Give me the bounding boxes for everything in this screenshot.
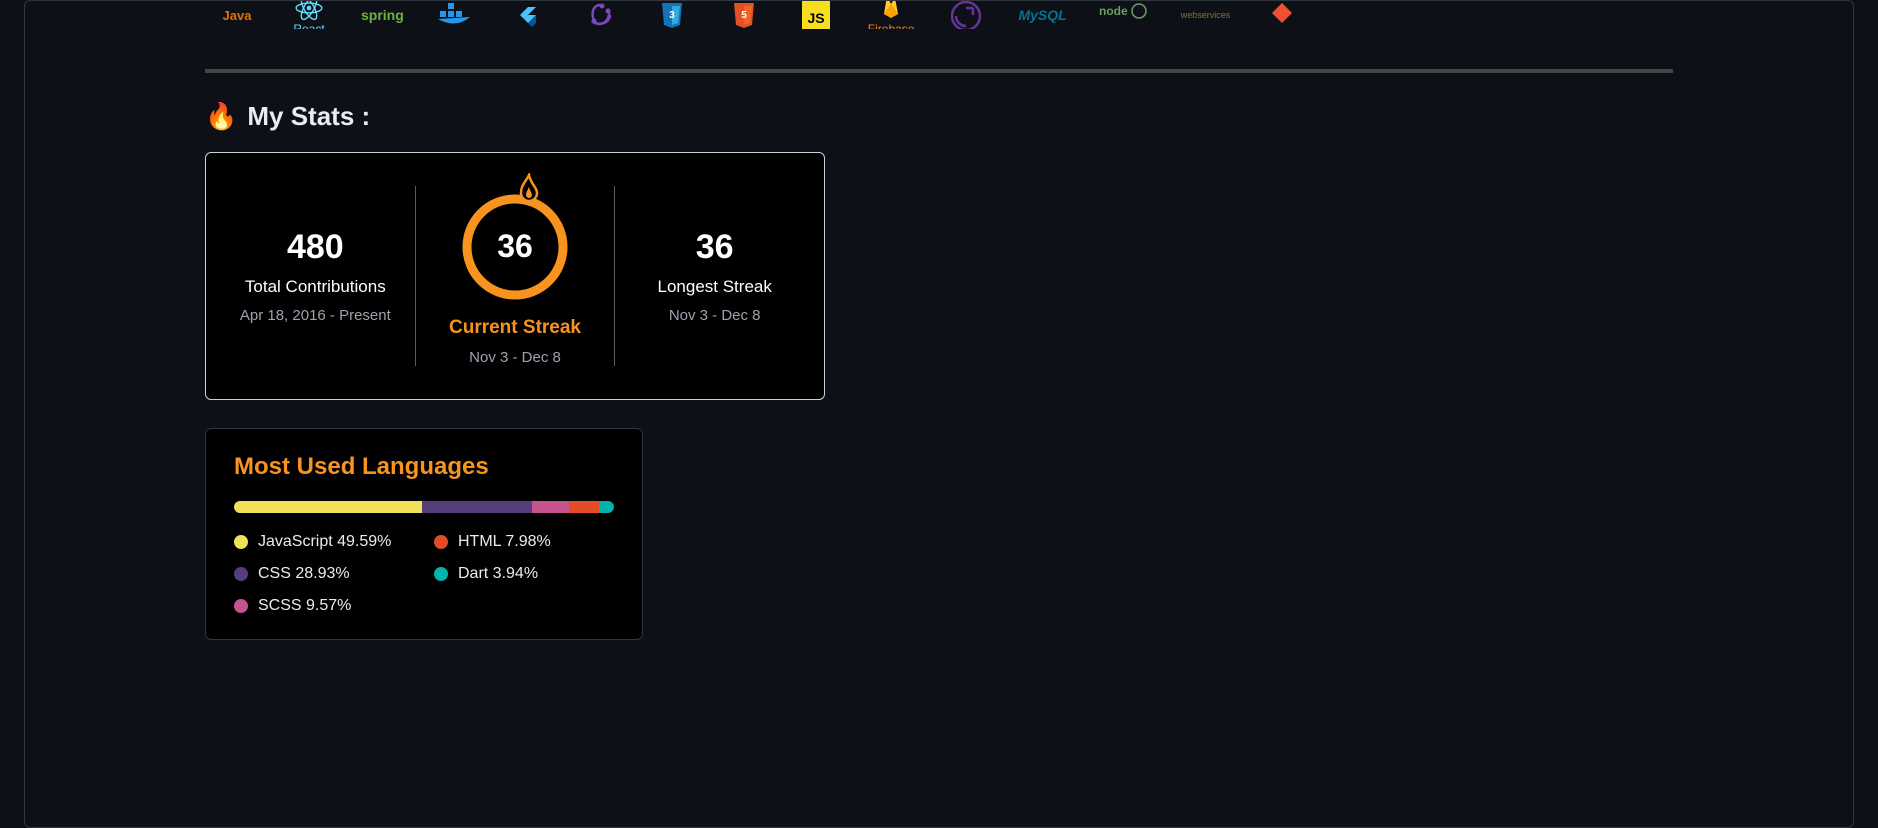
react-icon (295, 1, 323, 22)
stats-heading-text: My Stats : (247, 101, 370, 132)
redux-icon (584, 1, 616, 29)
tech-mysql: MySQL (1018, 7, 1066, 23)
stats-heading: 🔥 My Stats : (205, 101, 1673, 132)
current-streak-label: Current Streak (449, 317, 581, 339)
streak-ring: 36 (455, 187, 575, 307)
tech-html: 5 (724, 1, 764, 29)
tech-java: Java (217, 8, 257, 23)
legend-dot-icon (434, 535, 448, 549)
languages-card: Most Used Languages JavaScript 49.59% HTM… (205, 428, 643, 640)
languages-bar (234, 501, 614, 513)
tech-spring: spring (361, 7, 404, 23)
legend-item: JavaScript 49.59% (234, 533, 414, 551)
legend-label: HTML 7.98% (458, 533, 551, 551)
tech-firebase: Firebase (868, 1, 915, 29)
legend-dot-icon (234, 599, 248, 613)
svg-text:5: 5 (741, 10, 747, 21)
tech-stack-row: Java React spring 3 5 JS Firebase MySQL … (217, 1, 1673, 29)
tech-redux (580, 1, 620, 29)
html-icon: 5 (731, 1, 757, 29)
lang-bar-segment (234, 501, 422, 513)
tech-css: 3 (652, 1, 692, 29)
total-contributions-label: Total Contributions (245, 277, 386, 297)
lang-bar-segment (599, 501, 614, 513)
tech-docker (436, 1, 476, 29)
longest-streak-col: 36 Longest Streak Nov 3 - Dec 8 (615, 228, 814, 324)
current-streak-value: 36 (497, 228, 533, 265)
svg-text:3: 3 (669, 10, 675, 21)
node-icon: node (1099, 1, 1149, 29)
lang-bar-segment (569, 501, 599, 513)
current-streak-col: 36 Current Streak Nov 3 - Dec 8 (416, 187, 615, 366)
js-icon: JS (802, 1, 830, 29)
svg-text:node: node (1099, 4, 1128, 18)
legend-item: SCSS 9.57% (234, 597, 414, 615)
tech-aws: webservices (1181, 10, 1231, 20)
legend-dot-icon (434, 567, 448, 581)
legend-dot-icon (234, 567, 248, 581)
total-contributions-col: 480 Total Contributions Apr 18, 2016 - P… (216, 228, 415, 324)
firebase-icon (881, 1, 901, 22)
tech-gatsby (946, 1, 986, 29)
tech-node: node (1099, 1, 1149, 29)
svg-text:JS: JS (807, 10, 824, 26)
tech-flutter (508, 1, 548, 29)
longest-streak-range: Nov 3 - Dec 8 (669, 307, 761, 324)
legend-item: Dart 3.94% (434, 565, 614, 583)
legend-label: CSS 28.93% (258, 565, 350, 583)
current-streak-range: Nov 3 - Dec 8 (469, 349, 561, 366)
docker-icon (436, 1, 476, 29)
flutter-icon (514, 1, 542, 29)
legend-label: Dart 3.94% (458, 565, 538, 583)
longest-streak-label: Longest Streak (658, 277, 772, 297)
streak-stats-card: 480 Total Contributions Apr 18, 2016 - P… (205, 152, 825, 400)
section-divider (205, 69, 1673, 73)
lang-bar-segment (532, 501, 568, 513)
total-contributions-value: 480 (287, 228, 344, 267)
gatsby-icon (951, 1, 981, 29)
longest-streak-value: 36 (696, 228, 734, 267)
git-icon (1270, 1, 1294, 29)
legend-dot-icon (234, 535, 248, 549)
languages-legend: JavaScript 49.59% HTML 7.98% CSS 28.93% Dar… (234, 533, 614, 615)
tech-git (1262, 1, 1302, 29)
legend-label: SCSS 9.57% (258, 597, 351, 615)
css-icon: 3 (659, 1, 685, 29)
total-contributions-range: Apr 18, 2016 - Present (240, 307, 391, 324)
legend-item: HTML 7.98% (434, 533, 614, 551)
tech-js: JS (796, 1, 836, 29)
legend-label: JavaScript 49.59% (258, 533, 391, 551)
legend-item: CSS 28.93% (234, 565, 414, 583)
tech-react: React (289, 1, 329, 29)
languages-title: Most Used Languages (234, 453, 614, 481)
fire-emoji-icon: 🔥 (205, 101, 237, 132)
lang-bar-segment (422, 501, 532, 513)
